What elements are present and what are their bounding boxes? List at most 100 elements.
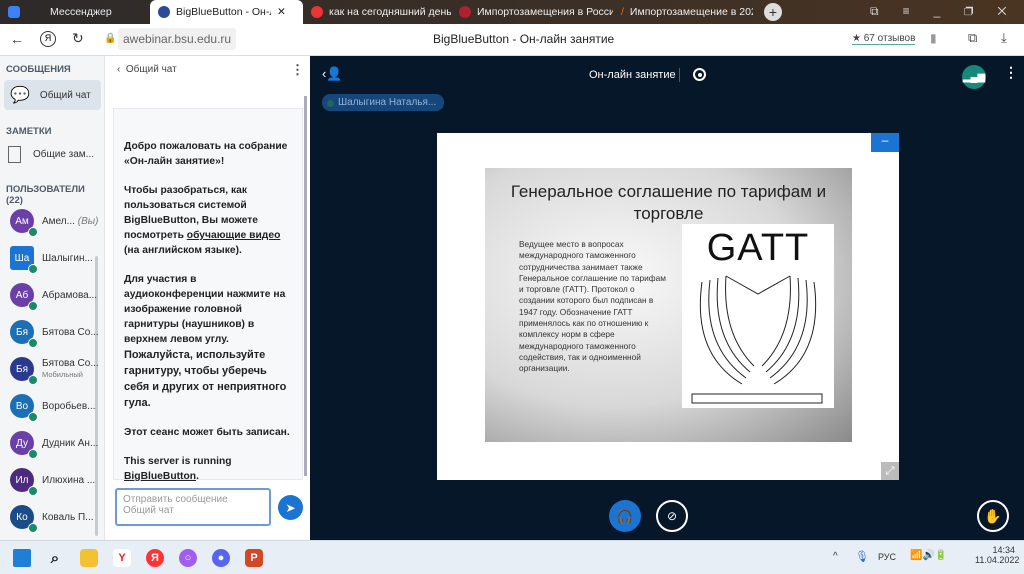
fullscreen-button[interactable]: ⤢ — [881, 462, 899, 480]
user-device-label: Мобильный — [42, 370, 83, 379]
raise-hand-button[interactable]: ✋ — [977, 500, 1009, 532]
chat-scrollbar[interactable] — [304, 96, 307, 476]
reviews-link[interactable]: ★ 67 отзывов — [852, 33, 916, 45]
connection-status-button[interactable]: ▂▄▆ — [962, 65, 986, 89]
avatar: Ко — [10, 505, 38, 533]
tab-search[interactable]: как на сегодняшний день — [303, 0, 451, 24]
user-list-item[interactable]: Бя Бятова Со... — [10, 317, 100, 348]
download-icon[interactable]: ⤓ — [1001, 30, 1007, 46]
user-list-item[interactable]: Ил Илюхина ... — [10, 465, 100, 496]
microphone-status-icon — [28, 375, 38, 385]
close-tab-icon[interactable]: ✕ — [277, 6, 286, 18]
new-tab-button[interactable]: + — [764, 3, 782, 21]
address-bar: ← Я ↻ 🔒 awebinar.bsu.edu.ru BigBlueButto… — [0, 24, 1024, 56]
shared-notes-item[interactable]: Общие зам... — [8, 146, 94, 163]
microphone-status-icon — [28, 412, 38, 422]
camera-off-icon: ⊘ — [666, 509, 678, 523]
user-name: Дудник Ан... — [42, 437, 99, 449]
join-audio-button[interactable]: 🎧 — [609, 500, 641, 532]
network-volume-battery-icon[interactable]: 📶🔊🔋 — [910, 550, 947, 561]
chat-panel: ‹ Общий чат ⋮ Добро пожаловать на собран… — [105, 56, 310, 540]
tab-import-1[interactable]: Импортозамещения в России — [451, 0, 613, 24]
back-icon[interactable]: ← — [10, 31, 24, 47]
user-name: Илюхина ... — [42, 474, 96, 486]
user-name: Воробьев... — [42, 400, 96, 412]
tutorial-video-link[interactable]: обучающие видео — [187, 230, 281, 241]
bookmark-icon[interactable]: ▮ — [930, 31, 937, 45]
gatt-logo: GATT — [682, 224, 834, 408]
reload-icon[interactable]: ↻ — [72, 30, 84, 47]
browser-tab-bar: Мессенджер BigBlueButton - Он-лайн занят… — [0, 0, 1024, 24]
bbb-icon — [158, 6, 170, 18]
chat-back-button[interactable]: ‹ Общий чат — [117, 64, 177, 75]
avatar: Бя — [10, 320, 38, 348]
user-name: Бятова Со... — [42, 326, 99, 338]
presenter-talking-indicator: Шалыгина Наталья... — [322, 94, 445, 111]
messages-header: СООБЩЕНИЯ — [6, 64, 71, 75]
user-name: Амел... — [42, 215, 75, 227]
public-chat-item[interactable]: 💬 Общий чат — [4, 80, 101, 110]
slide: Генеральное соглашение по тарифам и торг… — [485, 168, 852, 442]
chat-icon: 💬 — [10, 87, 30, 104]
user-name: Бятова Со... — [42, 358, 99, 369]
clock[interactable]: 14:34 11.04.2022 — [975, 545, 1019, 565]
file-explorer-icon[interactable] — [80, 549, 98, 567]
user-list-item[interactable]: Ко Коваль П... — [10, 502, 100, 533]
user-list-item[interactable]: Во Воробьев... — [10, 391, 100, 422]
user-list-item[interactable]: Ша Шалыгин... — [10, 243, 100, 274]
slide-container: – Генеральное соглашение по тарифам и то… — [437, 133, 899, 480]
user-name: Коваль П... — [42, 511, 94, 523]
user-list-item[interactable]: Аб Абрамова... — [10, 280, 100, 311]
chat-message-input[interactable]: Отправить сообщение Общий чат — [115, 488, 271, 526]
hand-icon: ✋ — [984, 507, 1002, 524]
avatar: Во — [10, 394, 38, 422]
search-icon[interactable]: ⌕ — [46, 549, 64, 567]
tab-import-2[interactable]: / Импортозамещение в 2022 — [613, 0, 753, 24]
yandex-browser-icon[interactable]: Y — [113, 549, 131, 567]
site-icon: / — [621, 6, 624, 18]
user-list-item[interactable]: Бя Бятова Со... Мобильный — [10, 354, 100, 385]
avatar: Ду — [10, 431, 38, 459]
discord-icon[interactable]: ● — [212, 549, 230, 567]
window-controls[interactable]: ⧉≡_❐✕ — [870, 4, 1024, 19]
tab-messenger[interactable]: Мессенджер — [0, 0, 150, 24]
share-camera-button[interactable]: ⊘ — [656, 500, 688, 532]
tray-expand-icon[interactable]: ^ — [833, 551, 838, 562]
language-indicator[interactable]: РУС — [878, 552, 896, 562]
yandex-home-icon[interactable]: Я — [40, 31, 56, 47]
start-icon[interactable] — [13, 549, 31, 567]
microphone-status-icon — [28, 523, 38, 533]
page-title: BigBlueButton - Он-лайн занятие — [433, 32, 615, 46]
powerpoint-icon[interactable]: P — [245, 549, 263, 567]
toggle-userlist-icon[interactable]: ‹👤 — [322, 66, 343, 82]
bigbluebutton-link[interactable]: BigBlueButton — [124, 471, 196, 482]
signal-icon: ▂▄▆ — [962, 71, 986, 83]
yandex-icon[interactable]: Я — [146, 549, 164, 567]
chat-options-icon[interactable]: ⋮ — [291, 62, 304, 78]
recording-indicator-icon[interactable] — [693, 68, 706, 81]
user-list-sidebar: СООБЩЕНИЯ 💬 Общий чат ЗАМЕТКИ Общие зам..… — [0, 56, 105, 540]
you-label: (Вы) — [77, 215, 99, 227]
microphone-status-icon — [28, 301, 38, 311]
avatar: Аб — [10, 283, 38, 311]
avatar: Ша — [10, 246, 38, 274]
avatar: Бя — [10, 357, 38, 385]
tab-bigbluebutton[interactable]: BigBlueButton - Он-лайн занятие✕ — [150, 0, 303, 24]
user-list-item[interactable]: Ам Амел... (Вы) — [10, 206, 100, 237]
gatt-emblem-icon — [691, 275, 823, 404]
microphone-status-icon — [28, 486, 38, 496]
user-name: Абрамова... — [42, 289, 98, 301]
send-button[interactable]: ➤ — [278, 495, 303, 520]
microphone-icon[interactable]: 🎙 — [855, 550, 869, 563]
url-field[interactable]: awebinar.bsu.edu.ru — [118, 28, 237, 50]
minimize-presentation-button[interactable]: – — [871, 133, 899, 152]
extensions-icon[interactable]: ⧉ — [968, 30, 977, 46]
taskbar: ⌕ Y Я ○ ● P ^ 🎙 РУС 📶🔊🔋 14:34 11.04.2022 — [0, 540, 1024, 574]
messenger-icon — [8, 6, 20, 18]
avatar: Ил — [10, 468, 38, 496]
user-list-item[interactable]: Ду Дудник Ан... — [10, 428, 100, 459]
options-menu-icon[interactable]: ⋮ — [1004, 64, 1018, 81]
microphone-status-icon — [28, 338, 38, 348]
alice-icon[interactable]: ○ — [179, 549, 197, 567]
headphones-icon: 🎧 — [616, 507, 634, 524]
